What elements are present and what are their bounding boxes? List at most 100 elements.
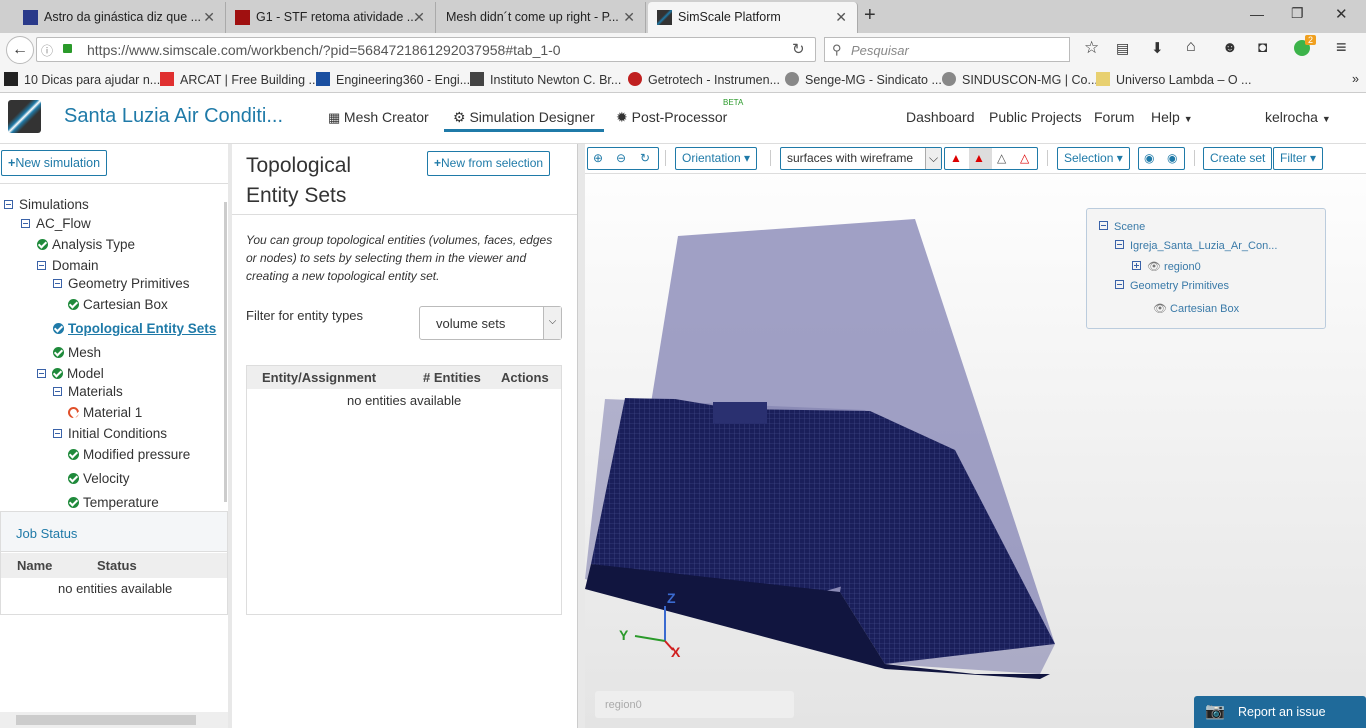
column-header[interactable]: # Entities (423, 370, 481, 385)
bookmark-star-icon[interactable]: ☆ (1084, 38, 1099, 58)
tree-item-model[interactable]: Model (37, 366, 104, 381)
eye-icon[interactable]: 👁 (1147, 261, 1164, 273)
nav-public-projects[interactable]: Public Projects (989, 109, 1082, 125)
smiley-icon[interactable]: ☻ (1222, 39, 1238, 56)
search-input[interactable]: ⚲ Pesquisar (824, 37, 1070, 62)
tree-item-analysis-type[interactable]: Analysis Type (37, 237, 135, 252)
tree-scrollbar[interactable] (224, 202, 227, 502)
zoom-group: ⊕ ⊖ ↻ (587, 147, 659, 170)
tree-item-geometry-primitives[interactable]: Geometry Primitives (53, 276, 190, 291)
minimize-icon[interactable]: — (1250, 6, 1264, 22)
tree-item-domain[interactable]: Domain (37, 258, 99, 273)
menu-icon[interactable]: ≡ (1336, 37, 1347, 58)
tree-item-topological-entity-sets[interactable]: Topological Entity Sets (53, 321, 216, 336)
bookmark-item[interactable]: Getrotech - Instrumen... (628, 72, 780, 87)
globe-icon (942, 72, 956, 86)
tree-item-initial-conditions[interactable]: Initial Conditions (53, 426, 167, 441)
3d-viewer[interactable]: ⊕ ⊖ ↻ Orientation ▾ surfaces with wirefram… (585, 144, 1366, 728)
window-close-icon[interactable]: ✕ (1335, 5, 1348, 23)
url-field[interactable]: ⓘ https://www.simscale.com/workbench/?pi… (36, 37, 816, 62)
back-icon[interactable]: ← (6, 36, 34, 64)
close-icon[interactable]: ✕ (203, 2, 215, 33)
new-simulation-button[interactable]: +New simulation (1, 150, 108, 176)
zoom-in-icon[interactable]: ⊕ (593, 148, 603, 169)
download-icon[interactable]: ⬇ (1151, 39, 1164, 57)
home-icon[interactable]: ⌂ (1186, 38, 1196, 56)
favicon-icon (4, 72, 18, 86)
close-icon[interactable]: ✕ (413, 2, 425, 33)
reload-icon[interactable]: ↻ (792, 40, 805, 58)
wireframe-icon[interactable]: △ (997, 148, 1006, 169)
bookmark-item[interactable]: Instituto Newton C. Br... (470, 72, 621, 87)
pocket-icon[interactable]: ◘ (1258, 39, 1267, 56)
tree-item-temperature[interactable]: Temperature (68, 495, 159, 510)
browser-tab[interactable]: G1 - STF retoma atividade ... ✕ (226, 2, 436, 33)
browser-tab[interactable]: Astro da ginástica diz que ... ✕ (14, 2, 226, 33)
scene-item-geometry-primitives[interactable]: Geometry Primitives (1115, 280, 1229, 292)
solid-shading-icon[interactable]: ▲ (950, 148, 962, 169)
bookmark-item[interactable]: ARCAT | Free Building ... (160, 72, 319, 87)
user-menu[interactable]: kelrocha ▼ (1265, 109, 1331, 125)
tree-item-materials[interactable]: Materials (53, 384, 123, 399)
report-issue-button[interactable]: 📷 Report an issue (1194, 696, 1366, 728)
bookmark-item[interactable]: Engineering360 - Engi... (316, 72, 470, 87)
reader-list-icon[interactable]: ▤ (1116, 40, 1129, 57)
horizontal-scrollbar[interactable] (0, 712, 228, 728)
create-set-button[interactable]: Create set (1203, 147, 1273, 170)
nav-post-processor[interactable]: ✹ Post-Processor (616, 109, 727, 126)
info-icon[interactable]: ⓘ (41, 42, 53, 59)
browser-tab-active[interactable]: SimScale Platform ✕ (648, 2, 858, 33)
eye-icon[interactable]: 👁 (1153, 303, 1170, 315)
filter-dropdown[interactable]: Filter ▾ (1273, 147, 1324, 170)
gear-icon: ✹ (616, 109, 632, 125)
close-icon[interactable]: ✕ (623, 2, 635, 33)
tree-item-cartesian-box[interactable]: Cartesian Box (68, 297, 168, 312)
show-icon[interactable]: ◉ (1167, 148, 1177, 169)
panel-splitter[interactable] (577, 144, 585, 728)
new-from-selection-button[interactable]: +New from selection (427, 151, 551, 176)
solid-wireframe-icon[interactable]: ▲ (969, 148, 992, 169)
tree-item-simulations[interactable]: Simulations (4, 197, 89, 212)
scene-item-cartesian-box[interactable]: 👁 Cartesian Box (1153, 302, 1239, 315)
selection-dropdown[interactable]: Selection ▾ (1057, 147, 1130, 170)
column-header[interactable]: Entity/Assignment (262, 370, 376, 385)
browser-tab[interactable]: Mesh didn´t come up right - P... ✕ (436, 2, 646, 33)
tree-label: region0 (1164, 261, 1201, 273)
tree-item-material-1[interactable]: Material 1 (68, 405, 142, 420)
new-tab-icon[interactable]: + (864, 4, 876, 27)
tree-item-mesh[interactable]: Mesh (53, 345, 101, 360)
entity-type-select[interactable]: volume sets ⌵ (419, 306, 562, 340)
nav-mesh-creator[interactable]: ▦ Mesh Creator (328, 109, 429, 126)
bookmark-item[interactable]: Universo Lambda – O ... (1096, 72, 1251, 87)
scene-item-region0[interactable]: 👁 region0 (1132, 260, 1201, 273)
orientation-dropdown[interactable]: Orientation ▾ (675, 147, 758, 170)
incomplete-icon (68, 407, 79, 418)
bookmark-label: Senge-MG - Sindicato ... (805, 73, 942, 87)
simscale-logo[interactable] (8, 100, 41, 133)
tree-item-ac-flow[interactable]: AC_Flow (21, 216, 91, 231)
scene-item-geometry[interactable]: Igreja_Santa_Luzia_Ar_Con... (1115, 240, 1277, 252)
bookmark-item[interactable]: 10 Dicas para ajudar n... (4, 72, 160, 87)
column-header[interactable]: Actions (501, 370, 549, 385)
hide-icon[interactable]: ◉ (1144, 148, 1154, 169)
bookmark-item[interactable]: SINDUSCON-MG | Co... (942, 72, 1098, 87)
nav-forum[interactable]: Forum (1094, 109, 1134, 125)
tree-item-modified-pressure[interactable]: Modified pressure (68, 447, 190, 462)
tree-item-velocity[interactable]: Velocity (68, 471, 130, 486)
render-mode-select[interactable]: surfaces with wireframe ⌵ (780, 147, 942, 170)
restore-icon[interactable]: ❐ (1291, 5, 1304, 22)
close-icon[interactable]: ✕ (835, 2, 847, 33)
nav-help[interactable]: Help ▼ (1151, 109, 1193, 125)
more-bookmarks-icon[interactable]: » (1352, 72, 1359, 86)
nav-dashboard[interactable]: Dashboard (906, 109, 975, 125)
transparent-icon[interactable]: △ (1020, 148, 1029, 169)
tree-label: Model (67, 366, 104, 381)
column-header-name[interactable]: Name (17, 558, 52, 573)
status-text: region0 (605, 699, 642, 711)
column-header-status[interactable]: Status (97, 558, 137, 573)
scene-item[interactable]: Scene (1099, 221, 1145, 233)
nav-simulation-designer[interactable]: ⚙ Simulation Designer (444, 94, 604, 132)
bookmark-item[interactable]: Senge-MG - Sindicato ... (785, 72, 942, 87)
reset-view-icon[interactable]: ↻ (640, 148, 650, 169)
zoom-out-icon[interactable]: ⊖ (616, 148, 626, 169)
